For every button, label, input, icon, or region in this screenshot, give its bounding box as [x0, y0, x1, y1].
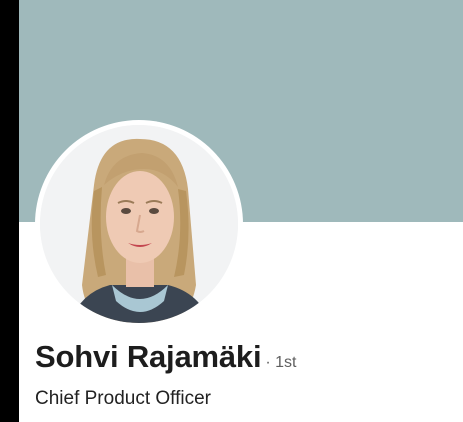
profile-photo-icon [40, 125, 238, 323]
name-line: Sohvi Rajamäki · 1st [35, 339, 296, 375]
connection-degree: · 1st [265, 354, 297, 371]
avatar-ring [35, 120, 243, 328]
profile-name[interactable]: Sohvi Rajamäki [35, 339, 262, 375]
profile-headline: Chief Product Officer [35, 388, 212, 409]
avatar[interactable] [40, 125, 238, 323]
profile-card: Sohvi Rajamäki · 1st Chief Product Offic… [19, 0, 463, 422]
